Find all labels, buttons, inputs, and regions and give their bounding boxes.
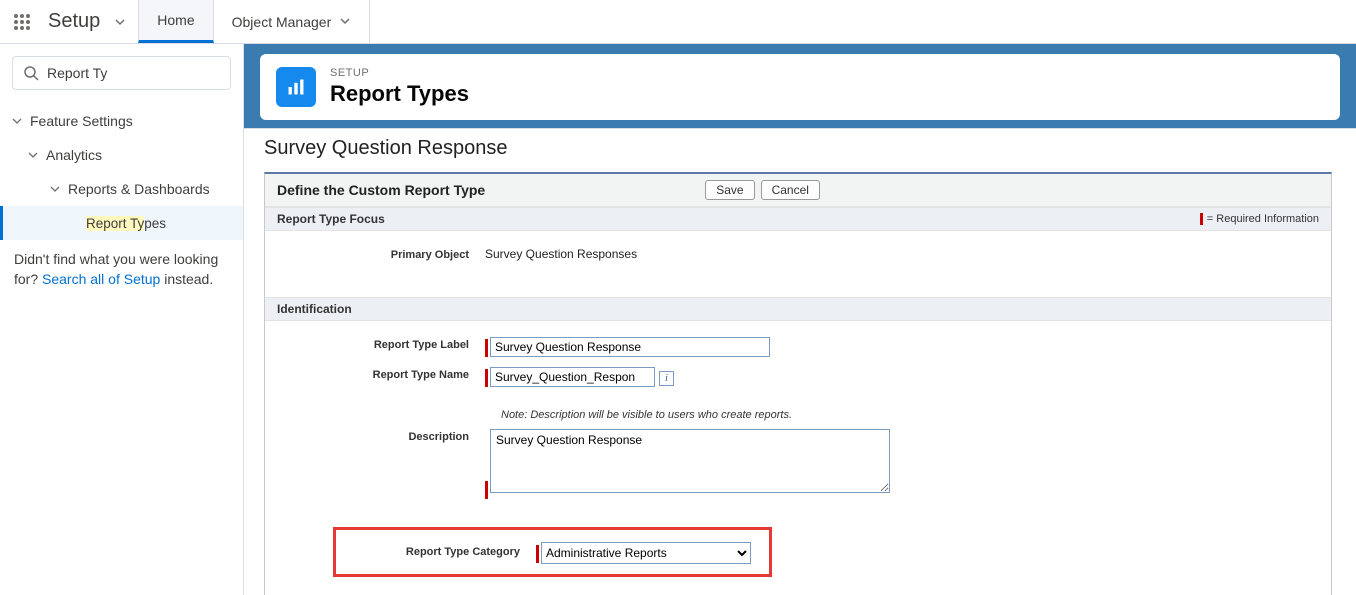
required-info-text: = Required Information [1207,213,1319,225]
description-note: Note: Description will be visible to use… [501,409,1331,421]
subhead-focus-title: Report Type Focus [277,212,385,226]
page-block: Define the Custom Report Type Save Cance… [264,172,1332,595]
tree-label: Analytics [46,147,102,163]
tree-label: Reports & Dashboards [68,181,210,197]
required-bar-icon [1200,213,1203,225]
report-types-icon [276,67,316,107]
main-content: SETUP Report Types Survey Question Respo… [244,44,1356,595]
row-description: Description [265,427,1331,499]
row-report-type-name: Report Type Name i [265,365,1331,387]
chevron-down-icon [28,147,42,163]
setup-sidebar: Feature Settings Analytics Reports & Das… [0,44,244,595]
required-bar-icon [485,481,488,499]
row-category: Report Type Category Administrative Repo… [265,527,1331,577]
category-highlight-box: Report Type Category Administrative Repo… [333,527,772,577]
required-bar-icon [536,545,539,563]
classic-frame: Survey Question Response Define the Cust… [244,128,1356,595]
quick-find-box [12,56,231,90]
required-info-legend: = Required Information [1200,213,1319,225]
app-launcher-icon [13,13,31,31]
select-report-type-category[interactable]: Administrative Reports [541,542,751,564]
chevron-down-icon [114,16,126,28]
save-button[interactable]: Save [705,180,754,200]
tab-home[interactable]: Home [138,0,213,43]
field-report-type-name-wrap: i [485,365,674,387]
label-report-type-category: Report Type Category [348,546,536,558]
focus-body: Primary Object Survey Question Responses [265,231,1331,289]
row-primary-object: Primary Object Survey Question Responses [265,245,1331,261]
input-report-type-name[interactable] [490,367,655,387]
label-description: Description [265,427,485,443]
app-launcher-button[interactable] [0,0,44,43]
tree-label: Feature Settings [30,113,133,129]
page-header-card: SETUP Report Types [260,54,1340,120]
classic-page-title: Survey Question Response [264,129,1332,172]
chevron-down-icon [339,14,351,30]
label-report-type-label: Report Type Label [265,335,485,351]
cancel-button[interactable]: Cancel [761,180,820,200]
page-hero-band: SETUP Report Types [244,44,1356,128]
required-bar-icon [485,339,488,357]
page-title: Report Types [330,81,469,107]
page-block-header-title: Define the Custom Report Type [277,182,485,198]
tab-home-label: Home [157,12,194,28]
ident-body: Report Type Label Report Type Name i Not [265,321,1331,595]
row-report-type-label: Report Type Label [265,335,1331,357]
tree-label: Report Types [86,216,166,231]
tab-object-manager-label: Object Manager [232,14,332,30]
info-icon[interactable]: i [659,371,674,386]
field-description-wrap [485,427,890,499]
label-primary-object: Primary Object [265,245,485,261]
not-found-post: instead. [160,271,213,287]
not-found-hint: Didn't find what you were looking for? S… [0,240,243,299]
value-primary-object: Survey Question Responses [485,245,637,261]
subhead-ident: Identification [265,297,1331,321]
classic-scroll-area[interactable]: Survey Question Response Define the Cust… [244,129,1356,595]
tree-node-analytics[interactable]: Analytics [0,138,243,172]
tab-object-manager[interactable]: Object Manager [214,0,371,43]
chevron-down-icon [12,113,26,129]
quick-find-input[interactable] [13,57,230,89]
search-icon [23,65,39,84]
tree-node-feature-settings[interactable]: Feature Settings [0,104,243,138]
subhead-ident-title: Identification [277,302,352,316]
setup-title: Setup [44,0,114,43]
top-nav-bar: Setup Home Object Manager [0,0,1356,44]
setup-dropdown-button[interactable] [114,0,138,43]
subhead-focus: Report Type Focus = Required Information [265,207,1331,231]
page-block-header: Define the Custom Report Type Save Cance… [265,174,1331,207]
page-eyebrow: SETUP [330,67,469,79]
field-report-type-label-wrap [485,335,770,357]
label-report-type-name: Report Type Name [265,365,485,381]
highlight-rest: pes [144,216,166,231]
search-all-link[interactable]: Search all of Setup [42,271,160,287]
required-bar-icon [485,369,488,387]
input-report-type-label[interactable] [490,337,770,357]
tree-node-report-types[interactable]: Report Types [0,206,243,240]
highlight-match: Report Ty [86,216,144,231]
tree-node-reports-dashboards[interactable]: Reports & Dashboards [0,172,243,206]
chevron-down-icon [50,181,64,197]
field-category-wrap: Administrative Reports [536,540,751,564]
textarea-description[interactable] [490,429,890,493]
